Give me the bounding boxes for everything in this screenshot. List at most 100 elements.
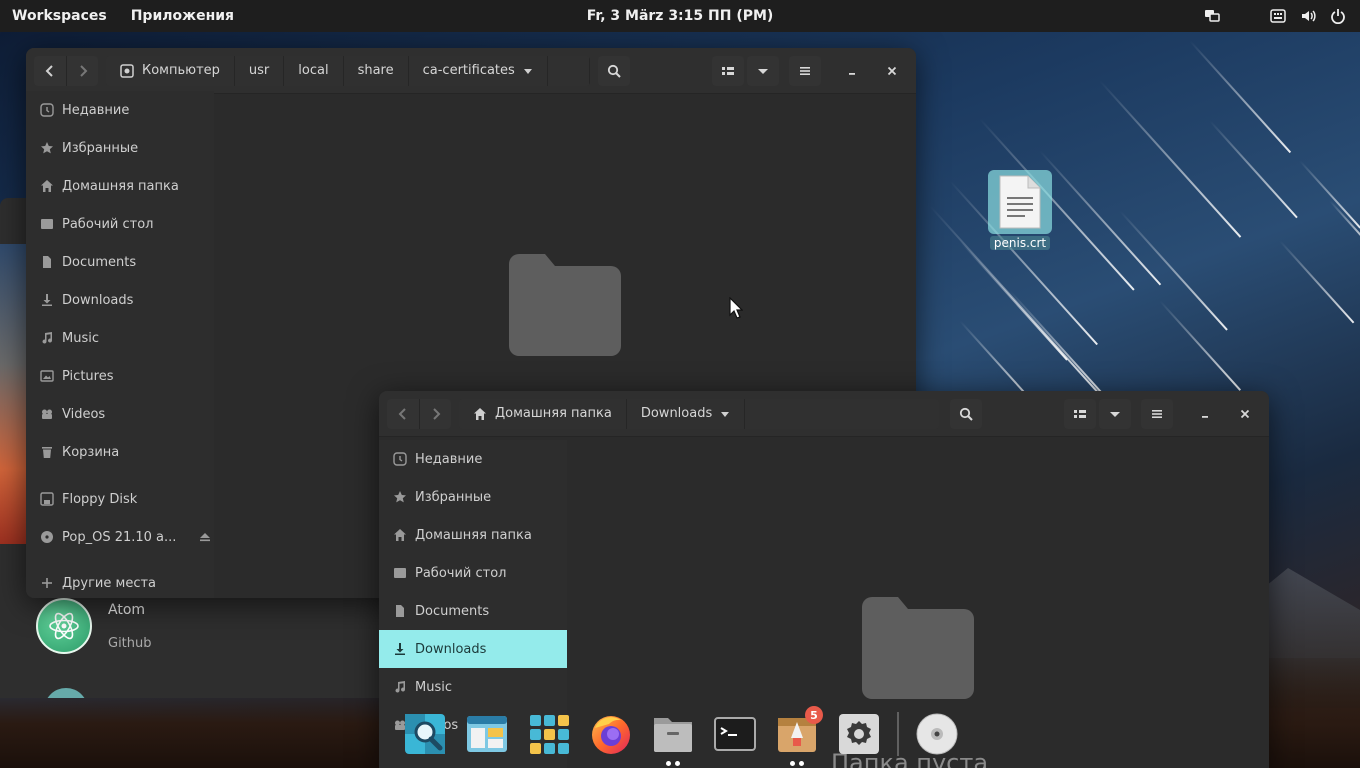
sidebar-item-videos[interactable]: Videos <box>26 395 214 433</box>
floppy-disk-icon <box>40 492 54 506</box>
sidebar-item-music[interactable]: Music <box>379 668 567 706</box>
search-button[interactable] <box>950 399 982 429</box>
dock-magnifier[interactable] <box>401 710 449 758</box>
chevron-left-icon <box>398 407 406 420</box>
sidebar-item-floppy[interactable]: Floppy Disk <box>26 480 214 518</box>
sidebar-item-recent[interactable]: Недавние <box>26 91 214 129</box>
mouse-pointer-icon <box>729 297 743 319</box>
caret-down-icon <box>721 411 730 417</box>
dock: 5 <box>395 704 967 766</box>
forward-button[interactable] <box>66 55 98 86</box>
sidebar-item-music[interactable]: Music <box>26 319 214 357</box>
download-icon <box>395 643 405 655</box>
breadcrumb-share[interactable]: share <box>344 55 409 86</box>
window-header: Компьютер usr local share ca-certificate… <box>26 48 916 94</box>
sidebar-item-other-locations[interactable]: Другие места <box>26 564 214 598</box>
view-mode-button[interactable] <box>1064 399 1096 429</box>
sidebar-item-documents[interactable]: Documents <box>26 243 214 281</box>
dock-app-grid[interactable] <box>525 710 573 758</box>
breadcrumb-downloads[interactable]: Downloads <box>627 398 746 429</box>
clock[interactable]: Fr, 3 März 3:15 ПП (PM) <box>587 8 774 24</box>
star-icon <box>394 491 406 503</box>
sidebar-item-documents[interactable]: Documents <box>379 592 567 630</box>
dock-pop-shop[interactable]: 5 <box>773 706 823 766</box>
download-icon <box>42 294 52 306</box>
dock-firefox[interactable] <box>587 710 635 758</box>
sidebar-item-pictures[interactable]: Pictures <box>26 357 214 395</box>
breadcrumb-ca-certificates[interactable]: ca-certificates <box>409 55 548 86</box>
running-indicator <box>790 761 804 766</box>
sidebar-item-desktop[interactable]: Рабочий стол <box>379 554 567 592</box>
desktop-folder-icon <box>394 568 406 578</box>
files-window-icon <box>467 716 507 752</box>
sidebar-item-home[interactable]: Домашняя папка <box>379 516 567 554</box>
dock-disc[interactable] <box>913 710 961 758</box>
forward-button[interactable] <box>419 398 451 429</box>
atom-app-icon <box>36 598 92 654</box>
sidebar-item-desktop[interactable]: Рабочий стол <box>26 205 214 243</box>
breadcrumb-local[interactable]: local <box>284 55 344 86</box>
back-button[interactable] <box>34 56 66 86</box>
applications-button[interactable]: Приложения <box>119 8 246 24</box>
menu-button[interactable] <box>789 56 821 86</box>
music-icon <box>395 681 406 693</box>
view-options-button[interactable] <box>747 56 779 86</box>
close-icon <box>1240 409 1250 419</box>
dock-file-manager[interactable] <box>649 710 697 766</box>
dock-settings[interactable] <box>835 710 883 758</box>
keyboard-icon[interactable] <box>1270 8 1286 24</box>
workspaces-button[interactable]: Workspaces <box>0 8 119 24</box>
search-icon <box>959 407 973 421</box>
star-icon <box>41 142 53 154</box>
sidebar-item-starred[interactable]: Избранные <box>26 129 214 167</box>
chevron-left-icon <box>45 64 53 77</box>
top-panel: Workspaces Приложения Fr, 3 März 3:15 ПП… <box>0 0 1360 32</box>
close-button[interactable] <box>1229 399 1261 429</box>
sidebar-item-recent[interactable]: Недавние <box>379 440 567 478</box>
settings-icon <box>839 714 879 754</box>
sidebar-item-home[interactable]: Домашняя папка <box>26 167 214 205</box>
volume-icon[interactable] <box>1300 8 1316 24</box>
sidebar-item-starred[interactable]: Избранные <box>379 478 567 516</box>
dock-window-manager[interactable] <box>463 710 511 758</box>
sidebar-item-downloads[interactable]: Downloads <box>379 630 567 668</box>
clock-icon <box>393 452 407 466</box>
power-icon[interactable] <box>1330 8 1346 24</box>
search-button[interactable] <box>598 56 630 86</box>
clock-icon <box>40 103 54 117</box>
app-name: Atom <box>108 602 146 618</box>
breadcrumb-computer[interactable]: Компьютер <box>106 55 235 86</box>
sidebar-item-trash[interactable]: Корзина <box>26 433 214 471</box>
breadcrumb: Компьютер usr local share ca-certificate… <box>106 55 590 86</box>
display-icon[interactable] <box>1204 8 1220 24</box>
sidebar-item-downloads[interactable]: Downloads <box>26 281 214 319</box>
close-button[interactable] <box>876 56 908 86</box>
app-category: Github <box>108 636 152 651</box>
breadcrumb-home[interactable]: Домашняя папка <box>459 398 627 429</box>
menu-button[interactable] <box>1141 399 1173 429</box>
home-icon <box>474 407 486 420</box>
desktop-file-penis-crt[interactable]: penis.crt <box>988 170 1052 250</box>
file-manager-icon <box>654 718 692 752</box>
music-icon <box>42 332 53 344</box>
minimize-button[interactable] <box>836 56 868 86</box>
minimize-button[interactable] <box>1189 399 1221 429</box>
sidebar-item-pop-os[interactable]: Pop_OS 21.10 a... <box>26 518 214 556</box>
back-button[interactable] <box>387 399 419 429</box>
close-icon <box>887 66 897 76</box>
eject-icon[interactable] <box>198 530 212 544</box>
sidebar: Недавние Избранные Домашняя папка Рабочи… <box>26 91 214 598</box>
app-list-item[interactable]: Atom Github <box>36 598 152 654</box>
chevron-right-icon <box>79 64 87 77</box>
dock-terminal[interactable] <box>711 710 759 758</box>
app-icon <box>44 688 88 698</box>
breadcrumb-usr[interactable]: usr <box>235 55 285 86</box>
nav-buttons <box>387 398 451 429</box>
list-view-icon <box>1074 410 1086 418</box>
view-mode-button[interactable] <box>712 56 744 86</box>
search-icon <box>607 64 621 78</box>
text-file-icon <box>988 170 1052 234</box>
dock-separator <box>897 712 899 756</box>
nav-buttons <box>34 55 98 86</box>
view-options-button[interactable] <box>1099 399 1131 429</box>
